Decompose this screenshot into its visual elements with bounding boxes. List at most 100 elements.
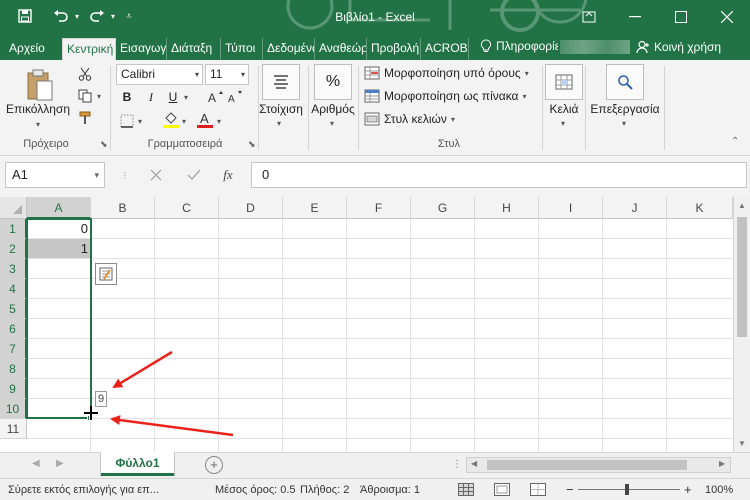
row-header-11[interactable]: 11 [0,419,27,439]
row-header-7[interactable]: 7 [0,339,27,359]
alignment-button[interactable]: Στοίχιση [254,102,308,116]
collapse-ribbon-icon[interactable]: ⌃ [731,136,739,147]
sheet-prev-icon[interactable]: ◀ [32,458,40,469]
format-as-table-button[interactable]: Μορφοποίηση ως πίνακα ▾ [364,89,527,103]
tab-home[interactable]: Κεντρική [62,38,116,60]
italic-button[interactable]: I [142,88,160,106]
tab-acrobat[interactable]: ACROBAT [421,38,469,60]
insert-function-button[interactable]: fx [216,163,240,187]
paste-icon[interactable] [20,66,60,106]
paste-dropdown-icon[interactable]: ▾ [36,120,40,129]
cells-button[interactable]: Κελιά [544,102,584,116]
scroll-up-icon[interactable]: ▲ [738,201,746,210]
font-size-box[interactable]: 11 ▾ [205,64,249,85]
alignment-dropdown-icon[interactable]: ▾ [277,119,281,128]
clipboard-dialog-launcher-icon[interactable]: ⬊ [100,139,108,150]
conditional-formatting-button[interactable]: Μορφοποίηση υπό όρους ▾ [364,66,529,80]
tab-page-layout[interactable]: Διάταξη [167,38,221,60]
enter-icon[interactable] [182,163,206,187]
number-dropdown-icon[interactable]: ▾ [330,119,334,128]
editing-search-icon[interactable] [606,64,644,100]
column-header-g[interactable]: G [411,197,475,219]
zoom-slider-thumb[interactable] [625,484,629,495]
underline-dropdown-icon[interactable]: ▾ [181,88,191,106]
fill-color-dropdown-icon[interactable]: ▾ [179,112,189,130]
column-header-d[interactable]: D [219,197,283,219]
column-header-k[interactable]: K [667,197,733,219]
row-header-2[interactable]: 2 [0,239,27,259]
cells-dropdown-icon[interactable]: ▾ [561,119,565,128]
name-box[interactable]: A1 ▾ [5,162,105,188]
horizontal-scroll-thumb[interactable] [487,460,687,470]
font-color-dropdown-icon[interactable]: ▾ [214,112,224,130]
font-name-dropdown-icon[interactable]: ▾ [195,65,199,84]
formula-input[interactable]: 0 [251,162,747,188]
column-header-e[interactable]: E [283,197,347,219]
column-header-f[interactable]: F [347,197,411,219]
tab-review[interactable]: Αναθεώρηση [315,38,367,60]
tab-file[interactable]: Αρχείο [5,38,60,60]
font-color-icon[interactable]: A [196,110,214,128]
grow-font-icon[interactable]: A [206,88,224,106]
horizontal-scrollbar[interactable]: ◀ ▶ [466,457,731,473]
row-header-5[interactable]: 5 [0,299,27,319]
page-layout-view-icon[interactable] [494,483,510,499]
bold-button[interactable]: B [118,88,136,106]
column-header-b[interactable]: B [91,197,155,219]
row-header-10[interactable]: 10 [0,399,27,419]
row-header-8[interactable]: 8 [0,359,27,379]
paste-button[interactable]: Επικόλληση [6,102,70,116]
ribbon-display-options-icon[interactable] [566,0,612,34]
add-sheet-icon[interactable]: + [205,456,223,474]
cancel-icon[interactable] [144,163,168,187]
number-button[interactable]: Αριθμός [308,102,358,116]
name-box-dropdown-icon[interactable]: ▾ [94,163,99,187]
sheet-next-icon[interactable]: ▶ [56,458,64,469]
tab-insert[interactable]: Εισαγωγή [116,38,167,60]
zoom-out-button[interactable]: − [566,482,574,497]
tab-view[interactable]: Προβολή [367,38,421,60]
cells-icon[interactable] [545,64,583,100]
fill-color-icon[interactable] [162,110,180,128]
page-break-view-icon[interactable] [530,483,546,499]
row-header-3[interactable]: 3 [0,259,27,279]
row-header-6[interactable]: 6 [0,319,27,339]
copy-icon[interactable] [76,87,94,105]
zoom-slider-track[interactable] [578,489,680,490]
tell-me-search[interactable]: Πληροφορίες [480,39,558,53]
row-header-4[interactable]: 4 [0,279,27,299]
vertical-scroll-thumb[interactable] [737,217,747,337]
column-header-j[interactable]: J [603,197,667,219]
zoom-in-button[interactable]: + [684,482,692,497]
vertical-scrollbar[interactable]: ▲ ▼ [733,197,750,452]
shrink-font-icon[interactable]: A [226,88,244,106]
worksheet-grid[interactable]: A B C D E F G H I J K 1 2 3 4 5 6 7 8 9 … [0,197,750,452]
quick-analysis-button[interactable] [95,263,117,285]
tab-formulas[interactable]: Τύποι [221,38,263,60]
share-button[interactable]: Κοινή χρήση [636,38,721,56]
tab-data[interactable]: Δεδομένα [263,38,315,60]
sheet-tab-1[interactable]: Φύλλο1 [101,452,174,476]
column-header-a[interactable]: A [27,197,91,219]
zoom-level[interactable]: 100% [705,484,733,496]
normal-view-icon[interactable] [458,483,474,499]
borders-dropdown-icon[interactable]: ▾ [135,112,145,130]
number-format-icon[interactable]: % [314,64,352,100]
scroll-left-icon[interactable]: ◀ [471,459,477,468]
alignment-icon[interactable] [262,64,300,100]
hscroll-grip-icon[interactable]: ⋮ [452,459,462,470]
copy-dropdown-icon[interactable]: ▾ [94,87,104,105]
format-painter-icon[interactable] [76,109,94,127]
scroll-down-icon[interactable]: ▼ [738,439,746,448]
row-header-1[interactable]: 1 [0,219,27,239]
cell-styles-button[interactable]: Στυλ κελιών ▾ [364,112,455,126]
minimize-icon[interactable] [612,0,658,34]
maximize-icon[interactable] [658,0,704,34]
row-header-9[interactable]: 9 [0,379,27,399]
select-all-corner[interactable] [0,197,27,219]
column-header-h[interactable]: H [475,197,539,219]
scroll-right-icon[interactable]: ▶ [719,459,725,468]
editing-button[interactable]: Επεξεργασία [588,102,662,116]
borders-icon[interactable] [118,112,136,130]
editing-dropdown-icon[interactable]: ▾ [622,119,626,128]
